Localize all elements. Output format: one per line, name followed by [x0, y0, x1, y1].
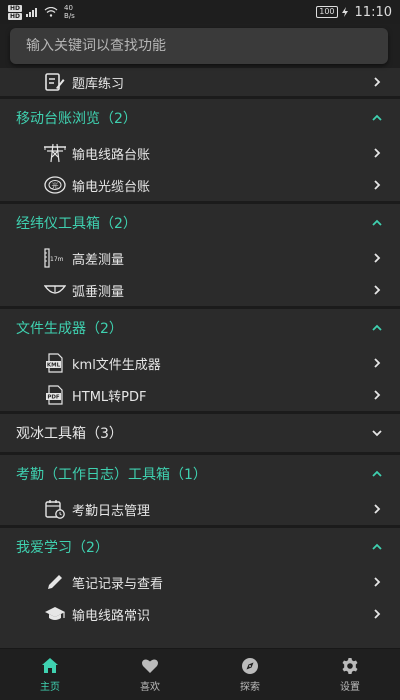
section-file-generator: 文件生成器（2） KML kml文件生成器 PDF HTML转PDF — [0, 306, 400, 411]
bottom-tab-bar: 主页 喜欢 探索 设置 — [0, 648, 400, 700]
list-item-sag-measurement[interactable]: 弧垂测量 — [0, 274, 400, 306]
section-header[interactable]: 观冰工具箱（3） — [0, 414, 400, 452]
charging-icon — [341, 7, 348, 17]
section-title: 经纬仪工具箱（2） — [16, 216, 137, 232]
calendar-clock-icon — [44, 498, 66, 520]
list-item-label: 弧垂测量 — [72, 284, 125, 300]
section-title: 移动台账浏览（2） — [16, 111, 137, 127]
section-title: 文件生成器（2） — [16, 321, 123, 337]
chevron-up-icon — [372, 219, 382, 226]
section-learning: 我爱学习（2） 笔记记录与查看 输电线路常识 — [0, 525, 400, 630]
list-item-label: 输电光缆台账 — [72, 179, 151, 195]
list-item-label: 输电线路台账 — [72, 147, 151, 163]
gear-icon — [342, 657, 358, 674]
list-item-height-difference[interactable]: 17m 高差测量 — [0, 242, 400, 274]
hd-badge: HD — [8, 4, 23, 12]
tower-icon — [44, 142, 66, 164]
tab-settings[interactable]: 设置 — [300, 649, 400, 700]
chevron-up-icon — [372, 543, 382, 550]
chevron-right-icon — [374, 180, 381, 190]
section-header[interactable]: 我爱学习（2） — [0, 528, 400, 566]
chevron-right-icon — [374, 609, 381, 619]
pdf-file-icon: PDF — [44, 384, 66, 406]
search-input[interactable] — [26, 38, 388, 54]
compass-icon — [242, 657, 258, 674]
sag-icon — [44, 279, 66, 301]
list-item-question-bank[interactable]: 题库练习 — [0, 68, 400, 96]
chevron-down-icon — [372, 430, 382, 437]
search-box[interactable] — [10, 28, 388, 64]
section-header[interactable]: 文件生成器（2） — [0, 309, 400, 347]
section-title: 考勤（工作日志）工具箱（1） — [16, 467, 207, 483]
list-item-label: HTML转PDF — [72, 389, 147, 405]
section-title: 观冰工具箱（3） — [16, 426, 123, 442]
section-attendance-toolbox: 考勤（工作日志）工具箱（1） 考勤日志管理 — [0, 452, 400, 525]
battery-indicator: 100 — [316, 6, 338, 18]
hd-badge: HD — [8, 12, 23, 20]
list-item-label: 题库练习 — [72, 76, 125, 92]
list-item-kml-generator[interactable]: KML kml文件生成器 — [0, 347, 400, 379]
pencil-icon — [44, 571, 66, 593]
svg-text:光: 光 — [52, 181, 59, 190]
list-item-transmission-knowledge[interactable]: 输电线路常识 — [0, 598, 400, 630]
section-ice-observation-toolbox: 观冰工具箱（3） — [0, 411, 400, 452]
list-item-notes[interactable]: 笔记记录与查看 — [0, 566, 400, 598]
chevron-right-icon — [374, 358, 381, 368]
section-header[interactable]: 考勤（工作日志）工具箱（1） — [0, 455, 400, 493]
tab-home[interactable]: 主页 — [0, 649, 100, 700]
clock: 11:10 — [354, 4, 392, 20]
list-item-transmission-line-ledger[interactable]: 输电线路台账 — [0, 137, 400, 169]
chevron-right-icon — [374, 285, 381, 295]
section-header[interactable]: 经纬仪工具箱（2） — [0, 204, 400, 242]
list-item-optical-cable-ledger[interactable]: 光 输电光缆台账 — [0, 169, 400, 201]
heart-icon — [142, 658, 158, 673]
list-item-label: 输电线路常识 — [72, 608, 151, 624]
chevron-right-icon — [374, 148, 381, 158]
chevron-right-icon — [374, 577, 381, 587]
chevron-right-icon — [374, 253, 381, 263]
search-bar-container — [0, 24, 400, 68]
ruler-icon: 17m — [44, 247, 66, 269]
network-speed: 40 B/s — [64, 4, 75, 20]
chevron-right-icon — [374, 390, 381, 400]
edit-note-icon — [44, 71, 66, 93]
status-bar: HD HD 40 B/s 100 11:10 — [0, 0, 400, 24]
home-icon — [42, 657, 58, 673]
svg-text:17m: 17m — [50, 256, 64, 263]
tab-explore[interactable]: 探索 — [200, 649, 300, 700]
tab-favorites[interactable]: 喜欢 — [100, 649, 200, 700]
tab-label: 主页 — [40, 681, 60, 693]
chevron-up-icon — [372, 114, 382, 121]
wifi-icon — [44, 7, 58, 17]
svg-text:PDF: PDF — [47, 395, 60, 401]
list-item-attendance-log[interactable]: 考勤日志管理 — [0, 493, 400, 525]
section-title: 我爱学习（2） — [16, 540, 109, 556]
graduation-cap-icon — [44, 603, 66, 625]
list-item-label: kml文件生成器 — [72, 357, 161, 373]
chevron-right-icon — [374, 77, 381, 87]
function-list: 题库练习 移动台账浏览（2） 输电线路台账 光 输电光缆台账 经纬仪工具箱（2）… — [0, 68, 400, 648]
signal-icon — [26, 8, 38, 17]
tab-label: 设置 — [340, 681, 360, 693]
tab-label: 探索 — [240, 681, 260, 693]
list-item-label: 笔记记录与查看 — [72, 576, 164, 592]
svg-text:KML: KML — [47, 363, 61, 369]
chevron-up-icon — [372, 470, 382, 477]
section-header[interactable]: 移动台账浏览（2） — [0, 99, 400, 137]
list-item-label: 高差测量 — [72, 252, 125, 268]
list-item-html-to-pdf[interactable]: PDF HTML转PDF — [0, 379, 400, 411]
chevron-right-icon — [374, 504, 381, 514]
section-theodolite-toolbox: 经纬仪工具箱（2） 17m 高差测量 弧垂测量 — [0, 201, 400, 306]
list-item-label: 考勤日志管理 — [72, 503, 151, 519]
kml-file-icon: KML — [44, 352, 66, 374]
hd-indicators: HD HD — [8, 4, 23, 20]
optical-cable-icon: 光 — [44, 174, 66, 196]
chevron-up-icon — [372, 324, 382, 331]
tab-label: 喜欢 — [140, 681, 160, 693]
section-mobile-ledger: 移动台账浏览（2） 输电线路台账 光 输电光缆台账 — [0, 96, 400, 201]
